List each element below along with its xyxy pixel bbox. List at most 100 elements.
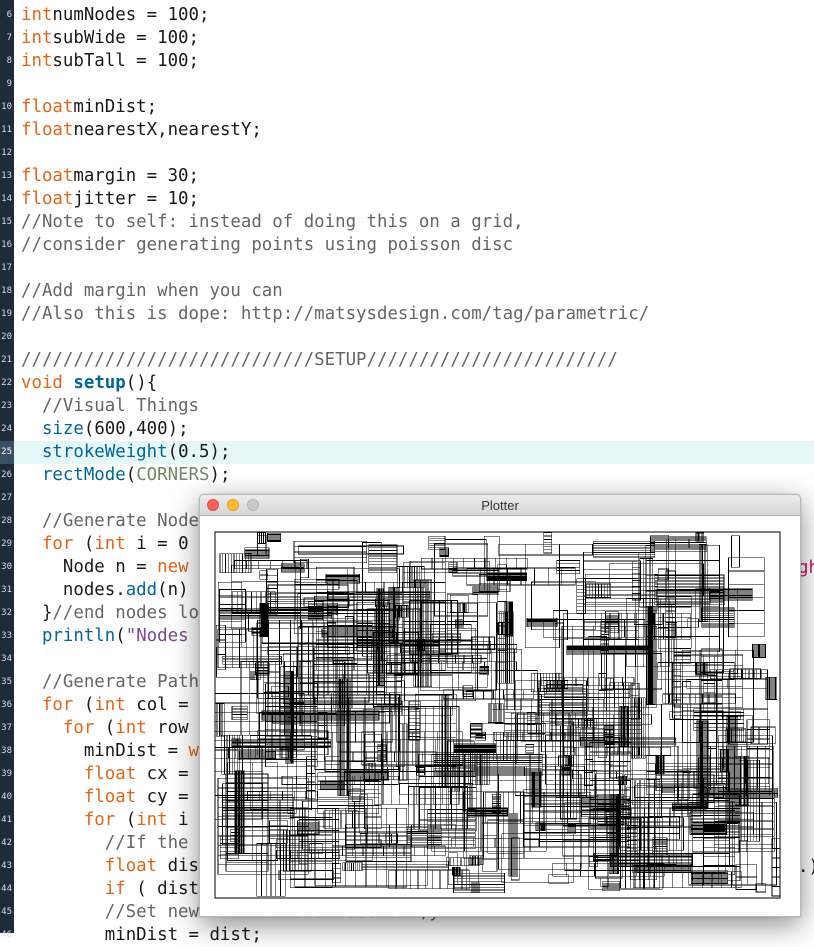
code-line[interactable]: 13 floatmargin = 30;	[0, 165, 814, 188]
token: subTall = 100;	[52, 51, 200, 71]
token: nearestX,nearestY;	[73, 120, 262, 140]
code-line[interactable]: 21 ////////////////////////////SETUP/////…	[0, 349, 814, 372]
art-rect	[583, 551, 639, 649]
token-kw: float	[21, 189, 74, 209]
art-rect	[619, 817, 684, 851]
line-number: 40	[1, 792, 12, 802]
token-fnb: setup	[73, 373, 126, 393]
plotter-window[interactable]: Plotter	[199, 494, 801, 917]
code-line[interactable]: 9	[0, 73, 814, 96]
token-kw: float	[21, 120, 74, 140]
token: row	[146, 718, 189, 738]
line-number: 11	[1, 125, 12, 135]
code-text: ////////////////////////////SETUP///////…	[21, 349, 618, 372]
line-number: 34	[1, 654, 12, 664]
token: (	[115, 626, 126, 646]
code-line[interactable]: 16 //consider generating points using poi…	[0, 234, 814, 257]
code-line[interactable]: 46 minDist = dist;	[0, 924, 814, 947]
token-kw: int	[94, 534, 126, 554]
code-text: minDist = w	[21, 740, 199, 763]
token-kw: float	[83, 764, 137, 784]
token-kw: w	[188, 741, 200, 761]
token-cm: //Generate Node	[41, 511, 200, 531]
code-text: float dis	[21, 855, 199, 878]
token-cm: //If the	[104, 833, 189, 853]
code-line[interactable]: 15 //Note to self: instead of doing this …	[0, 211, 814, 234]
code-line[interactable]: 12	[0, 142, 814, 165]
window-titlebar[interactable]: Plotter	[200, 495, 800, 516]
token-cm: //Note to self: instead of doing this on…	[21, 212, 524, 232]
code-line[interactable]: 19 //Also this is dope: http://matsysdesi…	[0, 303, 814, 326]
token: jitter = 10;	[73, 189, 199, 209]
art-rect	[263, 661, 281, 714]
line-number: 27	[1, 493, 12, 503]
token: (	[73, 534, 95, 554]
line-number: 21	[1, 355, 12, 365]
generated-rectangles	[214, 531, 781, 899]
token: (){	[125, 373, 158, 393]
token: subWide = 100;	[52, 28, 200, 48]
token-kw: for	[41, 534, 74, 554]
code-text: //Add margin when you can	[21, 280, 283, 303]
token-kw: int	[21, 28, 53, 48]
code-text: for (int row	[21, 717, 189, 740]
code-line[interactable]: 22 void setup(){	[0, 372, 814, 395]
code-line[interactable]: 26 rectMode(CORNERS);	[0, 464, 814, 487]
code-line[interactable]: 23 //Visual Things	[0, 395, 814, 418]
code-line[interactable]: 20	[0, 326, 814, 349]
line-number: 14	[1, 194, 12, 204]
code-text: floatmargin = 30;	[21, 165, 199, 188]
code-line[interactable]: 7 intsubWide = 100;	[0, 27, 814, 50]
code-line[interactable]: 8 intsubTall = 100;	[0, 50, 814, 73]
line-number: 15	[1, 217, 12, 227]
token: col =	[125, 695, 189, 715]
line-number: 18	[1, 286, 12, 296]
code-text: rectMode(CORNERS);	[21, 464, 231, 487]
code-text: for (int col =	[21, 694, 189, 717]
code-line[interactable]: 25 strokeWeight(0.5);	[0, 441, 814, 464]
art-rect	[297, 545, 404, 555]
token-kw: for	[62, 718, 95, 738]
code-line[interactable]: 6 intnumNodes = 100;	[0, 4, 814, 27]
code-text: floatnearestX,nearestY;	[21, 119, 262, 142]
line-number: 35	[1, 677, 12, 687]
code-text: intsubWide = 100;	[21, 27, 199, 50]
art-rect	[376, 693, 401, 706]
art-rect	[682, 681, 692, 773]
code-line[interactable]: 17	[0, 257, 814, 280]
art-rect	[361, 860, 449, 871]
line-number: 43	[1, 861, 12, 871]
line-number: 6	[6, 10, 12, 20]
line-number: 37	[1, 723, 12, 733]
line-number: 8	[6, 56, 12, 66]
code-line[interactable]: 24 size(600,400);	[0, 418, 814, 441]
code-line[interactable]: 18 //Add margin when you can	[0, 280, 814, 303]
line-number: 13	[1, 171, 12, 181]
code-text: float cx =	[21, 763, 189, 786]
token-kw: float	[21, 97, 74, 117]
token: minDist =	[21, 741, 189, 761]
code-text: println("Nodes	[21, 625, 189, 648]
code-line[interactable]: 14 floatjitter = 10;	[0, 188, 814, 211]
window-title: Plotter	[481, 498, 519, 513]
code-text: //Generate Path	[21, 671, 199, 694]
token: dis	[157, 856, 200, 876]
token-kw: float	[21, 166, 74, 186]
art-rect	[731, 535, 740, 568]
code-line[interactable]: 10 floatminDist;	[0, 96, 814, 119]
line-number: 17	[1, 263, 12, 273]
token: Node n =	[21, 557, 158, 577]
code-text: //Visual Things	[21, 395, 199, 418]
code-line[interactable]: 11 floatnearestX,nearestY;	[0, 119, 814, 142]
art-rect	[231, 705, 248, 721]
